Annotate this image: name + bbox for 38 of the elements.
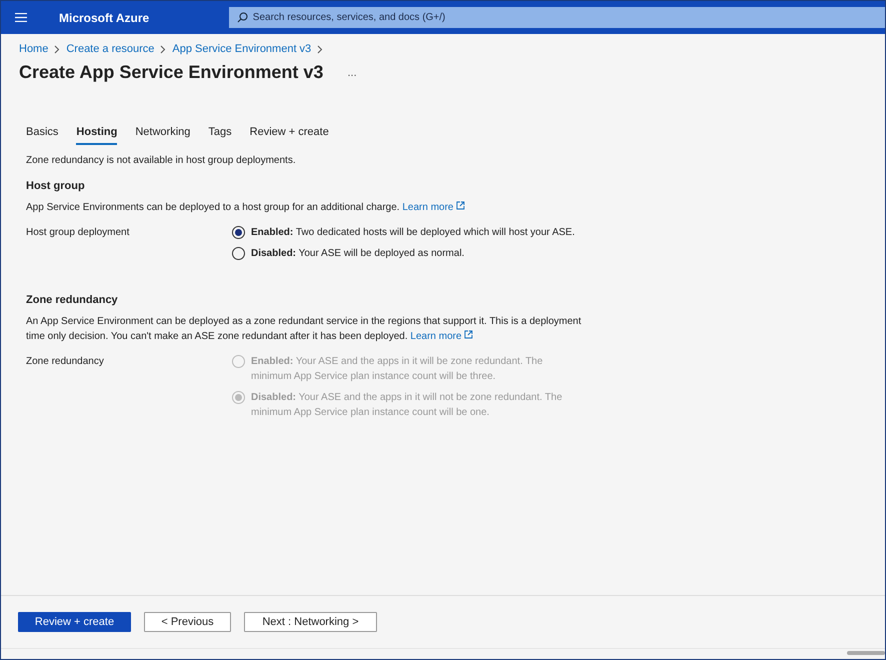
search-field[interactable]: Search resources, services, and docs (G+/)	[228, 7, 885, 28]
external-link-icon	[464, 330, 474, 339]
option-label: Disabled: Your ASE will be deployed as normal.	[251, 247, 464, 261]
field-label: Zone redundancy	[26, 355, 105, 369]
chevron-icon	[317, 44, 324, 54]
option-label: Enabled: Your ASE and the apps in it will be zone redundant. The minimum App Service plan instance count will be three.	[251, 355, 544, 384]
option-label: Disabled: Your ASE and the apps in it will not be zone redundant. The minimum App Service plan instance count will be one.	[251, 391, 564, 420]
section-heading: Host group	[26, 180, 86, 192]
radio-button[interactable]	[232, 247, 245, 260]
section-heading: Zone redundancy	[26, 294, 119, 306]
footer-button[interactable]: Next : Networking >	[244, 612, 377, 632]
radio-button[interactable]	[232, 226, 245, 239]
footer-button[interactable]: Review + create	[18, 612, 131, 632]
breadcrumb-link[interactable]: Home	[19, 43, 48, 55]
page-title: Create App Service Environment v3	[19, 62, 324, 83]
external-link-icon	[456, 201, 466, 210]
field-label: Host group deployment	[26, 226, 130, 240]
tab[interactable]: Tags	[208, 126, 232, 145]
learn-more-link[interactable]: Learn more	[402, 202, 466, 213]
menu-icon[interactable]	[15, 13, 27, 22]
section-description: An App Service Environment can be deployed as a zone redundant service in the regions that support it. This is a deployment time only decision. You can't make an ASE zone redundant after it has been deployed. Learn more	[26, 315, 582, 344]
tab[interactable]: Basics	[26, 126, 58, 145]
notice-text: Zone redundancy is not available in host group deployments.	[26, 155, 297, 166]
learn-more-link[interactable]: Learn more	[410, 331, 474, 342]
section-description: App Service Environments can be deployed to a host group for an additional charge. Learn more	[26, 200, 586, 215]
tab[interactable]: Networking	[135, 126, 190, 145]
breadcrumb-link[interactable]: App Service Environment v3	[172, 43, 312, 55]
footer-button[interactable]: < Previous	[144, 612, 231, 632]
chevron-icon	[160, 44, 166, 54]
more-button[interactable]: ...	[347, 66, 357, 78]
option-label: Enabled: Two dedicated hosts will be deployed which will host your ASE.	[251, 226, 575, 240]
scrollbar-thumb[interactable]	[847, 651, 885, 655]
brand-name[interactable]: Microsoft Azure	[58, 10, 217, 24]
search-icon	[236, 12, 248, 23]
tab[interactable]: Hosting	[76, 126, 118, 145]
chevron-icon	[54, 44, 60, 54]
breadcrumb-link[interactable]: Create a resource	[66, 43, 154, 55]
tab[interactable]: Review + create	[250, 126, 329, 145]
